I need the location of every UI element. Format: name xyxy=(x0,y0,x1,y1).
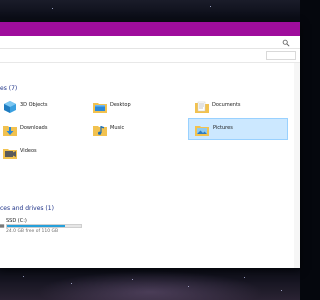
star xyxy=(52,8,53,9)
address-bar[interactable] xyxy=(0,49,300,63)
star xyxy=(23,276,24,277)
folder-item-desktop[interactable]: Desktop xyxy=(90,97,190,119)
folder-label: Music xyxy=(110,125,125,131)
3d-objects-folder-icon xyxy=(4,101,16,113)
star xyxy=(210,6,211,7)
folder-item-documents[interactable]: Documents xyxy=(192,97,292,119)
folder-label: Downloads xyxy=(20,125,48,131)
folder-item-music[interactable]: Music xyxy=(90,120,190,142)
desktop-folder-icon xyxy=(93,103,107,113)
content-pane: es (7) 3D Objects Desktop Documents Down… xyxy=(0,63,300,268)
folder-label: Pictures xyxy=(213,125,233,131)
star xyxy=(281,290,282,291)
folders-group-header[interactable]: es (7) xyxy=(0,84,17,94)
folder-item-downloads[interactable]: Downloads xyxy=(0,120,100,142)
star xyxy=(244,277,245,278)
folder-item-videos[interactable]: Videos xyxy=(0,143,100,165)
star xyxy=(132,279,133,280)
drives-group-header[interactable]: ces and drives (1) xyxy=(0,204,54,214)
vertical-scrollbar[interactable] xyxy=(294,63,300,268)
downloads-folder-icon xyxy=(3,126,17,136)
music-folder-icon xyxy=(93,126,107,136)
search-icon[interactable] xyxy=(282,39,290,47)
pictures-folder-icon xyxy=(195,126,209,136)
folder-label: Desktop xyxy=(110,102,131,108)
drive-icon xyxy=(0,224,5,228)
star xyxy=(188,286,189,287)
ribbon-bar xyxy=(0,36,300,49)
drive-usage-bar xyxy=(6,224,82,228)
folder-item-pictures[interactable]: Pictures xyxy=(188,118,288,140)
documents-folder-icon xyxy=(195,101,209,113)
folder-item-3d-objects[interactable]: 3D Objects xyxy=(0,97,100,119)
search-input[interactable] xyxy=(266,51,296,60)
videos-folder-icon xyxy=(3,149,17,159)
file-explorer-window: es (7) 3D Objects Desktop Documents Down… xyxy=(0,22,300,268)
folder-label: Documents xyxy=(212,102,241,108)
drive-usage-fill xyxy=(7,225,65,227)
star xyxy=(71,283,72,284)
title-bar[interactable] xyxy=(0,22,300,36)
folder-label: 3D Objects xyxy=(20,102,48,108)
drive-free-space: 24.0 GB free of 110 GB xyxy=(6,229,59,234)
folder-label: Videos xyxy=(20,148,37,154)
